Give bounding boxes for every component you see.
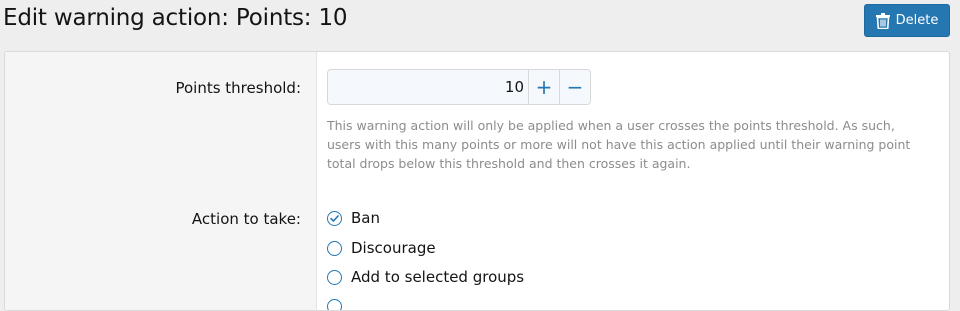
radio-unchecked[interactable] [327,299,342,311]
option-label: Discourage [351,239,436,257]
increment-button[interactable]: + [528,70,559,104]
radio-unchecked[interactable] [327,241,342,256]
radio-unchecked[interactable] [327,270,342,285]
action-option-discourage[interactable]: Discourage [327,237,436,259]
page-title: Edit warning action: Points: 10 [3,5,347,31]
option-label: Ban [351,209,380,227]
action-label: Action to take: [192,210,301,228]
check-icon [329,213,340,224]
points-threshold-stepper: + − [327,69,591,105]
option-label: Add to selected groups [351,268,524,286]
radio-checked[interactable] [327,211,342,226]
action-option-add-to-groups[interactable]: Add to selected groups [327,266,524,288]
trash-icon [876,13,890,29]
decrement-button[interactable]: − [559,70,590,104]
points-threshold-input[interactable] [328,70,528,104]
action-option-ban[interactable]: Ban [327,207,380,229]
delete-button-label: Delete [896,13,939,28]
action-option-partial[interactable] [327,295,342,311]
delete-button[interactable]: Delete [864,4,950,37]
points-threshold-label: Points threshold: [175,79,301,97]
points-threshold-hint: This warning action will only be applied… [327,116,927,173]
form-panel: Points threshold: + − This warning actio… [4,51,950,311]
